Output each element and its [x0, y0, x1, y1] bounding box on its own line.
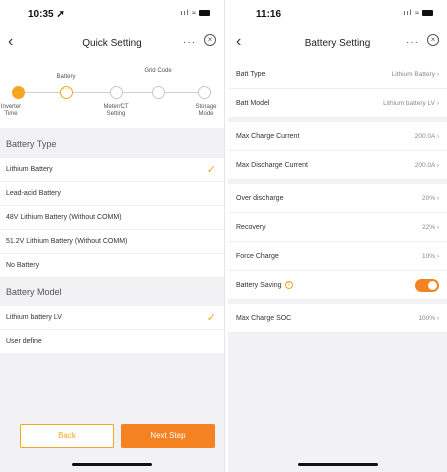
- battery-type-option-51v[interactable]: 51.2V Lithium Battery (Without COMM): [0, 230, 224, 254]
- setting-value: 22% ›: [422, 224, 439, 231]
- status-icons: ııl ≈: [181, 10, 210, 17]
- battery-type-option-lead-acid[interactable]: Lead-acid Battery: [0, 182, 224, 206]
- setting-value: Lithium battery LV ›: [383, 100, 439, 107]
- setting-batt-model[interactable]: Batt Model Lithium battery LV ›: [228, 89, 447, 118]
- option-label: Lead-acid Battery: [6, 190, 61, 197]
- step-dot-storage-mode: [198, 86, 211, 99]
- setting-batt-type[interactable]: Batt Type Lithium Battery ›: [228, 60, 447, 89]
- battery-setting-screen: 11:16 ııl ≈ ‹ Battery Setting ··· × Batt…: [228, 0, 447, 472]
- chevron-right-icon: ›: [436, 162, 439, 169]
- step-dot-grid-code: [152, 86, 165, 99]
- info-icon[interactable]: ?: [284, 281, 293, 290]
- step-dot-battery: [60, 84, 73, 99]
- status-icons: ııl ≈: [404, 10, 433, 17]
- nav-bar: ‹ Battery Setting ··· ×: [228, 28, 447, 60]
- setting-force-charge[interactable]: Force Charge 10% ›: [228, 242, 447, 271]
- setting-value: 20% ›: [422, 195, 439, 202]
- battery-model-option-user-define[interactable]: User define: [0, 330, 224, 354]
- chevron-right-icon: ›: [436, 224, 439, 231]
- setting-label: Batt Type: [236, 71, 266, 78]
- step-dot-meter-ct: [110, 86, 123, 99]
- status-bar: 11:16 ııl ≈: [228, 0, 447, 28]
- step-dot-inverter-time: [12, 86, 25, 99]
- option-label: No Battery: [6, 262, 40, 269]
- setting-max-charge-current[interactable]: Max Charge Current 200.0A ›: [228, 122, 447, 151]
- status-bar: 10:35 ➚ ııl ≈: [0, 0, 224, 28]
- setting-label: Max Charge Current: [236, 133, 300, 140]
- back-button[interactable]: Back: [20, 424, 114, 448]
- option-label: User define: [6, 338, 42, 345]
- setting-value: 10% ›: [422, 253, 439, 260]
- battery-model-option-lithium-lv[interactable]: Lithium battery LV ✓: [0, 306, 224, 330]
- setup-stepper: Inverter Time Battery Meter/CT Setting G…: [0, 60, 224, 128]
- battery-type-option-48v[interactable]: 48V Lithium Battery (Without COMM): [0, 206, 224, 230]
- more-icon[interactable]: ···: [406, 37, 419, 48]
- option-label: 51.2V Lithium Battery (Without COMM): [6, 238, 128, 245]
- battery-icon: [422, 10, 433, 17]
- setting-max-charge-soc[interactable]: Max Charge SOC 100% ›: [228, 304, 447, 333]
- setting-value: 200.0A ›: [414, 133, 439, 140]
- setting-label: Max Discharge Current: [236, 162, 308, 169]
- quick-setting-screen: 10:35 ➚ ııl ≈ ‹ Quick Setting ··· × Inve…: [0, 0, 225, 472]
- chevron-right-icon: ›: [436, 195, 439, 202]
- check-icon: ✓: [206, 164, 216, 176]
- check-icon: ✓: [206, 312, 216, 324]
- setting-label: Batt Model: [236, 100, 270, 107]
- home-indicator: [72, 463, 152, 466]
- setting-label: Recovery: [236, 224, 266, 231]
- setting-value: 200.0A ›: [414, 162, 439, 169]
- battery-type-header: Battery Type: [6, 139, 57, 149]
- option-label: Lithium battery LV: [6, 314, 62, 321]
- setting-label: Over discharge: [236, 195, 284, 202]
- step-label-storage-mode: Storage Mode: [195, 104, 217, 117]
- battery-icon: [199, 10, 210, 17]
- setting-max-discharge-current[interactable]: Max Discharge Current 200.0A ›: [228, 151, 447, 180]
- chevron-right-icon: ›: [436, 100, 439, 107]
- nav-bar: ‹ Quick Setting ··· ×: [0, 28, 224, 60]
- setting-label: Max Charge SOC: [236, 315, 292, 322]
- step-label-grid-code: Grid Code: [144, 68, 172, 74]
- setting-label: Battery Saving: [236, 282, 282, 289]
- chevron-right-icon: ›: [436, 133, 439, 140]
- step-label-meter-ct: Meter/CT Setting: [103, 104, 129, 117]
- close-icon[interactable]: ×: [204, 34, 216, 46]
- step-label-inverter-time: Inverter Time: [0, 104, 22, 117]
- setting-value: Lithium Battery ›: [391, 71, 439, 78]
- next-step-button[interactable]: Next Step: [121, 424, 215, 448]
- setting-recovery[interactable]: Recovery 22% ›: [228, 213, 447, 242]
- setting-value: 100% ›: [418, 315, 439, 322]
- setting-over-discharge[interactable]: Over discharge 20% ›: [228, 184, 447, 213]
- setting-battery-saving: Battery Saving?: [228, 271, 447, 300]
- battery-model-header: Battery Model: [6, 287, 62, 297]
- status-time: 11:16: [256, 9, 282, 20]
- battery-type-option-none[interactable]: No Battery: [0, 254, 224, 278]
- signal-wifi-icon: ııl ≈: [180, 10, 197, 17]
- status-time: 10:35 ➚: [28, 9, 65, 20]
- chevron-right-icon: ›: [436, 71, 439, 78]
- option-label: 48V Lithium Battery (Without COMM): [6, 214, 122, 221]
- step-label-battery: Battery: [56, 74, 76, 80]
- signal-wifi-icon: ııl ≈: [403, 10, 420, 17]
- setting-label: Force Charge: [236, 253, 279, 260]
- home-indicator: [297, 463, 378, 466]
- battery-saving-toggle[interactable]: [415, 279, 439, 292]
- more-icon[interactable]: ···: [183, 37, 196, 48]
- option-label: Lithium Battery: [6, 166, 53, 173]
- chevron-right-icon: ›: [436, 253, 439, 260]
- close-icon[interactable]: ×: [427, 34, 439, 46]
- battery-type-option-lithium[interactable]: Lithium Battery ✓: [0, 158, 224, 182]
- chevron-right-icon: ›: [436, 315, 439, 322]
